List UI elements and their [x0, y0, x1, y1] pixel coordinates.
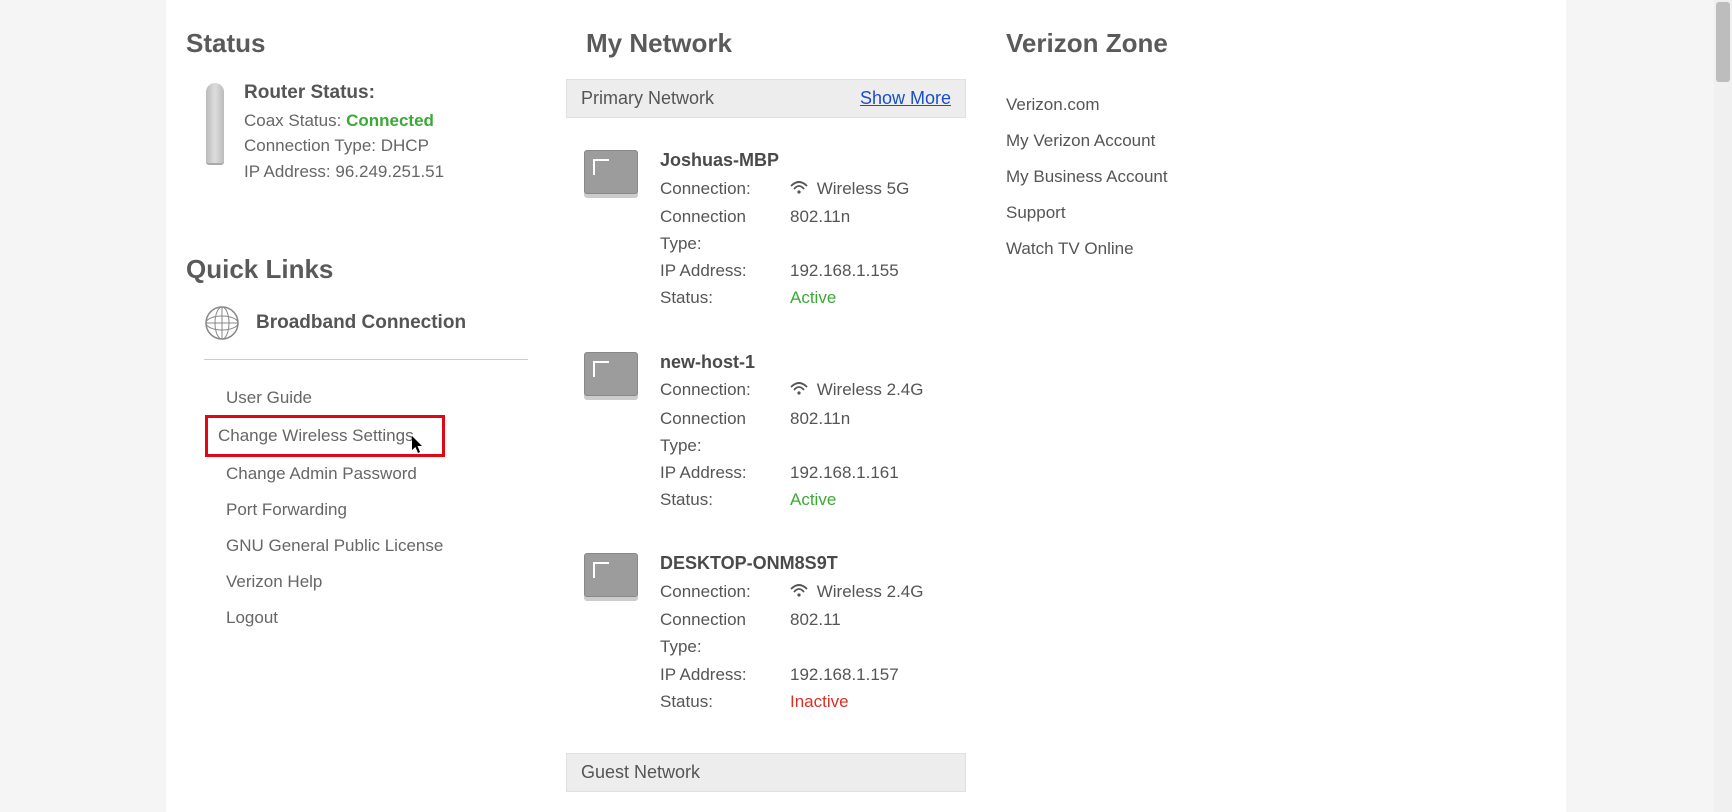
coax-value: Connected [346, 111, 434, 130]
wifi-icon [790, 377, 808, 404]
connection-label: Connection: [660, 376, 790, 404]
device-icon [584, 553, 638, 597]
quicklink-change-admin-password[interactable]: Change Admin Password [220, 456, 423, 492]
zone-link-watch-tv-online[interactable]: Watch TV Online [1006, 231, 1346, 267]
device-name: Joshuas-MBP [660, 146, 909, 175]
status-label: Status: [660, 284, 790, 311]
zone-title: Verizon Zone [1006, 28, 1346, 59]
quicklinks-title: Quick Links [186, 254, 546, 285]
device-name: new-host-1 [660, 348, 923, 377]
device-info: new-host-1Connection: Wireless 2.4GConne… [660, 348, 923, 514]
conn-type-label: Connection Type: [660, 405, 790, 459]
quicklinks-list: User GuideChange Wireless SettingsChange… [220, 380, 546, 636]
conn-type-value: 802.11n [790, 203, 850, 257]
status-label: Status: [660, 486, 790, 513]
status-value: Active [790, 284, 836, 311]
ip-value: 192.168.1.161 [790, 459, 899, 486]
wifi-icon [790, 176, 808, 203]
status-block: Router Status: Coax Status: Connected Co… [206, 79, 546, 184]
primary-network-label: Primary Network [581, 88, 714, 109]
zone-link-my-verizon-account[interactable]: My Verizon Account [1006, 123, 1346, 159]
conn-type-label: Connection Type: [660, 606, 790, 660]
conn-type-label: Connection Type: [660, 203, 790, 257]
conn-type-value: DHCP [381, 136, 429, 155]
ip-value: 192.168.1.157 [790, 661, 899, 688]
right-column: Verizon Zone Verizon.comMy Verizon Accou… [966, 10, 1366, 812]
router-status-label: Router Status: [244, 79, 444, 108]
coax-label: Coax Status: [244, 111, 341, 130]
ip-label: IP Address: [244, 162, 331, 181]
quicklink-change-wireless-settings[interactable]: Change Wireless Settings [208, 418, 442, 454]
zone-link-my-business-account[interactable]: My Business Account [1006, 159, 1346, 195]
connection-value: Wireless 5G [790, 175, 909, 203]
connection-label: Connection: [660, 175, 790, 203]
globe-icon [204, 305, 240, 341]
zone-link-verizon-com[interactable]: Verizon.com [1006, 87, 1346, 123]
ip-value: 192.168.1.155 [790, 257, 899, 284]
guest-network-header: Guest Network [566, 753, 966, 792]
connection-value: Wireless 2.4G [790, 376, 923, 404]
ip-label: IP Address: [660, 661, 790, 688]
device-list: Joshuas-MBPConnection: Wireless 5GConnec… [566, 118, 966, 723]
status-label: Status: [660, 688, 790, 715]
status-lines: Router Status: Coax Status: Connected Co… [244, 79, 444, 184]
left-column: Status Router Status: Coax Status: Conne… [166, 10, 566, 812]
device-new-host-1: new-host-1Connection: Wireless 2.4GConne… [566, 320, 966, 522]
quicklinks-broadband[interactable]: Broadband Connection [204, 305, 546, 341]
page-container: Status Router Status: Coax Status: Conne… [166, 0, 1566, 812]
device-icon [584, 150, 638, 194]
quicklink-verizon-help[interactable]: Verizon Help [220, 564, 328, 600]
connection-label: Connection: [660, 578, 790, 606]
conn-type-label: Connection Type: [244, 136, 376, 155]
separator [204, 359, 528, 360]
conn-type-value: 802.11 [790, 606, 841, 660]
quicklink-gnu-general-public-license[interactable]: GNU General Public License [220, 528, 449, 564]
broadband-label: Broadband Connection [256, 312, 466, 334]
status-value: Active [790, 486, 836, 513]
zone-list: Verizon.comMy Verizon AccountMy Business… [1006, 87, 1346, 267]
guest-network-label: Guest Network [581, 762, 700, 783]
ip-label: IP Address: [660, 459, 790, 486]
connection-value: Wireless 2.4G [790, 578, 923, 606]
scrollbar-track[interactable] [1714, 0, 1732, 812]
zone-link-support[interactable]: Support [1006, 195, 1346, 231]
quicklink-user-guide[interactable]: User Guide [220, 380, 318, 416]
network-title: My Network [586, 28, 966, 59]
device-info: DESKTOP-ONM8S9TConnection: Wireless 2.4G… [660, 549, 923, 715]
show-more-link[interactable]: Show More [860, 88, 951, 109]
middle-column: My Network Primary Network Show More Jos… [566, 10, 966, 812]
device-name: DESKTOP-ONM8S9T [660, 549, 923, 578]
device-info: Joshuas-MBPConnection: Wireless 5GConnec… [660, 146, 909, 312]
ip-label: IP Address: [660, 257, 790, 284]
ip-value: 96.249.251.51 [335, 162, 444, 181]
device-joshuas-mbp: Joshuas-MBPConnection: Wireless 5GConnec… [566, 118, 966, 320]
primary-network-header: Primary Network Show More [566, 79, 966, 118]
cursor-icon [412, 436, 426, 454]
conn-type-value: 802.11n [790, 405, 850, 459]
status-title: Status [186, 28, 546, 59]
quicklink-logout[interactable]: Logout [220, 600, 284, 636]
quicklink-port-forwarding[interactable]: Port Forwarding [220, 492, 353, 528]
status-value: Inactive [790, 688, 849, 715]
device-desktop-onm8s9t: DESKTOP-ONM8S9TConnection: Wireless 2.4G… [566, 521, 966, 723]
wifi-icon [790, 579, 808, 606]
scrollbar-thumb[interactable] [1716, 2, 1730, 82]
device-icon [584, 352, 638, 396]
router-icon [206, 83, 224, 163]
